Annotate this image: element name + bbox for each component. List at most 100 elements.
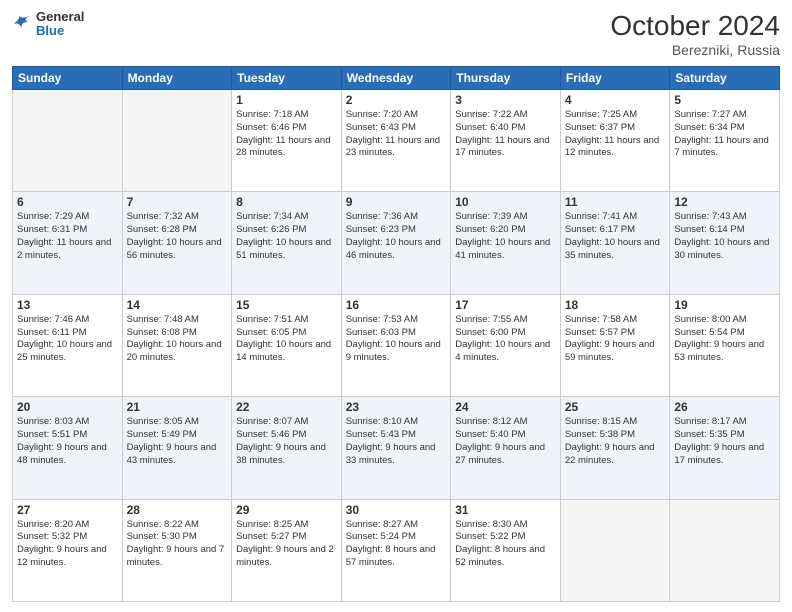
calendar-week-row: 6 Sunrise: 7:29 AM Sunset: 6:31 PM Daylig…	[13, 192, 780, 294]
table-row: 9 Sunrise: 7:36 AM Sunset: 6:23 PM Daylig…	[341, 192, 451, 294]
day-detail: Sunrise: 7:27 AM Sunset: 6:34 PM Dayligh…	[674, 109, 775, 160]
day-number: 17	[455, 298, 556, 312]
calendar-week-row: 20Sunrise: 8:03 AM Sunset: 5:51 PM Dayli…	[13, 397, 780, 499]
day-detail: Sunrise: 8:03 AM Sunset: 5:51 PM Dayligh…	[17, 416, 118, 467]
calendar-week-row: 27 Sunrise: 8:20 AM Sunset: 5:32 PM Dayli…	[13, 499, 780, 601]
weekday-header-row: Sunday Monday Tuesday Wednesday Thursday…	[13, 67, 780, 90]
day-detail: Sunrise: 7:36 AM Sunset: 6:23 PM Dayligh…	[346, 211, 447, 262]
day-detail: Sunrise: 7:48 AM Sunset: 6:08 PM Dayligh…	[127, 314, 228, 365]
day-detail: Sunrise: 8:20 AM Sunset: 5:32 PM Dayligh…	[17, 519, 118, 570]
page: General Blue October 2024 Berezniki, Rus…	[0, 0, 792, 612]
logo-bird-icon	[12, 14, 32, 34]
table-row: 24 Sunrise: 8:12 AM Sunset: 5:40 PM Dayli…	[451, 397, 561, 499]
day-detail: Sunrise: 8:25 AM Sunset: 5:27 PM Dayligh…	[236, 519, 337, 570]
day-number: 25	[565, 400, 666, 414]
day-detail: Sunrise: 8:30 AM Sunset: 5:22 PM Dayligh…	[455, 519, 556, 570]
day-number: 2	[346, 93, 447, 107]
day-detail: Sunrise: 7:25 AM Sunset: 6:37 PM Dayligh…	[565, 109, 666, 160]
table-row	[13, 90, 123, 192]
day-number: 27	[17, 503, 118, 517]
table-row	[560, 499, 670, 601]
day-number: 1	[236, 93, 337, 107]
day-detail: Sunrise: 8:27 AM Sunset: 5:24 PM Dayligh…	[346, 519, 447, 570]
col-sunday: Sunday	[13, 67, 123, 90]
day-detail: Sunrise: 8:10 AM Sunset: 5:43 PM Dayligh…	[346, 416, 447, 467]
location-subtitle: Berezniki, Russia	[610, 42, 780, 58]
col-monday: Monday	[122, 67, 232, 90]
day-number: 12	[674, 195, 775, 209]
day-number: 21	[127, 400, 228, 414]
table-row: 11 Sunrise: 7:41 AM Sunset: 6:17 PM Dayli…	[560, 192, 670, 294]
day-detail: Sunrise: 8:00 AM Sunset: 5:54 PM Dayligh…	[674, 314, 775, 365]
day-number: 3	[455, 93, 556, 107]
logo: General Blue	[12, 10, 84, 39]
table-row: 27 Sunrise: 8:20 AM Sunset: 5:32 PM Dayli…	[13, 499, 123, 601]
day-detail: Sunrise: 7:18 AM Sunset: 6:46 PM Dayligh…	[236, 109, 337, 160]
day-number: 7	[127, 195, 228, 209]
day-number: 8	[236, 195, 337, 209]
table-row: 19 Sunrise: 8:00 AM Sunset: 5:54 PM Dayli…	[670, 294, 780, 396]
table-row: 31Sunrise: 8:30 AM Sunset: 5:22 PM Dayli…	[451, 499, 561, 601]
table-row: 5 Sunrise: 7:27 AM Sunset: 6:34 PM Daylig…	[670, 90, 780, 192]
table-row: 17 Sunrise: 7:55 AM Sunset: 6:00 PM Dayli…	[451, 294, 561, 396]
calendar-table: Sunday Monday Tuesday Wednesday Thursday…	[12, 66, 780, 602]
day-detail: Sunrise: 7:41 AM Sunset: 6:17 PM Dayligh…	[565, 211, 666, 262]
day-number: 6	[17, 195, 118, 209]
table-row	[670, 499, 780, 601]
day-detail: Sunrise: 7:51 AM Sunset: 6:05 PM Dayligh…	[236, 314, 337, 365]
day-detail: Sunrise: 7:32 AM Sunset: 6:28 PM Dayligh…	[127, 211, 228, 262]
calendar-week-row: 13Sunrise: 7:46 AM Sunset: 6:11 PM Dayli…	[13, 294, 780, 396]
day-detail: Sunrise: 7:53 AM Sunset: 6:03 PM Dayligh…	[346, 314, 447, 365]
title-block: October 2024 Berezniki, Russia	[610, 10, 780, 58]
day-number: 16	[346, 298, 447, 312]
day-number: 15	[236, 298, 337, 312]
day-detail: Sunrise: 8:05 AM Sunset: 5:49 PM Dayligh…	[127, 416, 228, 467]
day-number: 24	[455, 400, 556, 414]
day-number: 30	[346, 503, 447, 517]
table-row: 2 Sunrise: 7:20 AM Sunset: 6:43 PM Daylig…	[341, 90, 451, 192]
table-row: 26Sunrise: 8:17 AM Sunset: 5:35 PM Dayli…	[670, 397, 780, 499]
table-row: 29Sunrise: 8:25 AM Sunset: 5:27 PM Dayli…	[232, 499, 342, 601]
table-row: 4 Sunrise: 7:25 AM Sunset: 6:37 PM Daylig…	[560, 90, 670, 192]
day-number: 26	[674, 400, 775, 414]
header: General Blue October 2024 Berezniki, Rus…	[12, 10, 780, 58]
day-detail: Sunrise: 7:39 AM Sunset: 6:20 PM Dayligh…	[455, 211, 556, 262]
day-detail: Sunrise: 7:55 AM Sunset: 6:00 PM Dayligh…	[455, 314, 556, 365]
calendar-week-row: 1 Sunrise: 7:18 AM Sunset: 6:46 PM Daylig…	[13, 90, 780, 192]
table-row: 1 Sunrise: 7:18 AM Sunset: 6:46 PM Daylig…	[232, 90, 342, 192]
table-row: 7 Sunrise: 7:32 AM Sunset: 6:28 PM Daylig…	[122, 192, 232, 294]
table-row: 12 Sunrise: 7:43 AM Sunset: 6:14 PM Dayli…	[670, 192, 780, 294]
day-detail: Sunrise: 8:12 AM Sunset: 5:40 PM Dayligh…	[455, 416, 556, 467]
table-row: 6 Sunrise: 7:29 AM Sunset: 6:31 PM Daylig…	[13, 192, 123, 294]
table-row	[122, 90, 232, 192]
table-row: 21 Sunrise: 8:05 AM Sunset: 5:49 PM Dayli…	[122, 397, 232, 499]
day-number: 9	[346, 195, 447, 209]
day-number: 10	[455, 195, 556, 209]
day-number: 4	[565, 93, 666, 107]
day-detail: Sunrise: 7:20 AM Sunset: 6:43 PM Dayligh…	[346, 109, 447, 160]
day-detail: Sunrise: 7:34 AM Sunset: 6:26 PM Dayligh…	[236, 211, 337, 262]
table-row: 13Sunrise: 7:46 AM Sunset: 6:11 PM Dayli…	[13, 294, 123, 396]
table-row: 28Sunrise: 8:22 AM Sunset: 5:30 PM Dayli…	[122, 499, 232, 601]
table-row: 23Sunrise: 8:10 AM Sunset: 5:43 PM Dayli…	[341, 397, 451, 499]
table-row: 16 Sunrise: 7:53 AM Sunset: 6:03 PM Dayli…	[341, 294, 451, 396]
day-detail: Sunrise: 8:22 AM Sunset: 5:30 PM Dayligh…	[127, 519, 228, 570]
table-row: 15 Sunrise: 7:51 AM Sunset: 6:05 PM Dayli…	[232, 294, 342, 396]
table-row: 22Sunrise: 8:07 AM Sunset: 5:46 PM Dayli…	[232, 397, 342, 499]
logo-blue: Blue	[36, 24, 84, 38]
day-number: 11	[565, 195, 666, 209]
table-row: 30 Sunrise: 8:27 AM Sunset: 5:24 PM Dayli…	[341, 499, 451, 601]
day-detail: Sunrise: 7:22 AM Sunset: 6:40 PM Dayligh…	[455, 109, 556, 160]
table-row: 20Sunrise: 8:03 AM Sunset: 5:51 PM Dayli…	[13, 397, 123, 499]
day-detail: Sunrise: 7:58 AM Sunset: 5:57 PM Dayligh…	[565, 314, 666, 365]
day-detail: Sunrise: 7:43 AM Sunset: 6:14 PM Dayligh…	[674, 211, 775, 262]
table-row: 8 Sunrise: 7:34 AM Sunset: 6:26 PM Daylig…	[232, 192, 342, 294]
day-detail: Sunrise: 8:07 AM Sunset: 5:46 PM Dayligh…	[236, 416, 337, 467]
day-number: 5	[674, 93, 775, 107]
col-thursday: Thursday	[451, 67, 561, 90]
month-year-title: October 2024	[610, 10, 780, 42]
day-number: 19	[674, 298, 775, 312]
table-row: 14 Sunrise: 7:48 AM Sunset: 6:08 PM Dayli…	[122, 294, 232, 396]
day-number: 14	[127, 298, 228, 312]
day-detail: Sunrise: 7:29 AM Sunset: 6:31 PM Dayligh…	[17, 211, 118, 262]
